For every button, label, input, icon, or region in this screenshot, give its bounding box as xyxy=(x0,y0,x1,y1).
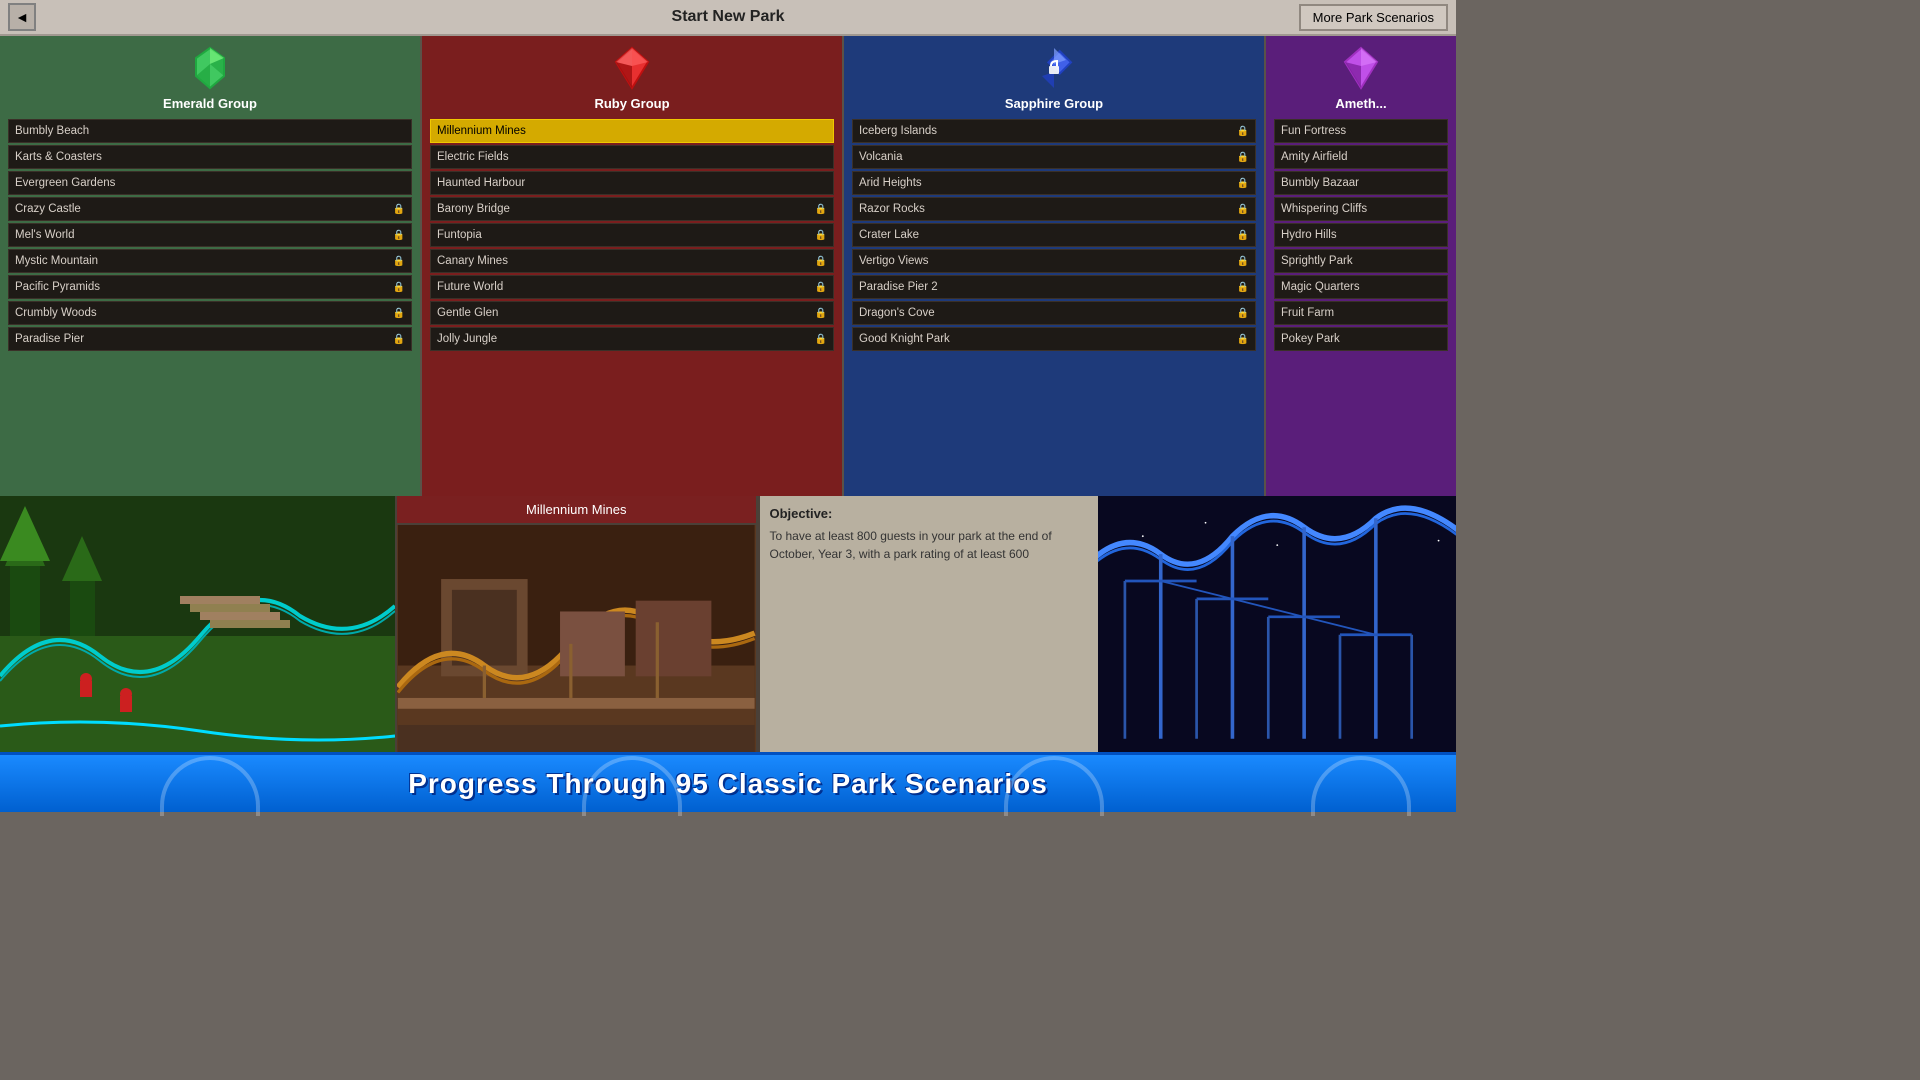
emerald-group-column: Emerald Group Bumbly Beach Karts & Coast… xyxy=(0,36,422,496)
objective-label: Objective: xyxy=(770,506,1088,521)
lock-icon: 🔒 xyxy=(1237,126,1249,137)
scenario-sprightly-park[interactable]: Sprightly Park xyxy=(1274,249,1448,273)
scenario-mels-world[interactable]: Mel's World🔒 xyxy=(8,223,412,247)
scenario-mystic-mountain[interactable]: Mystic Mountain🔒 xyxy=(8,249,412,273)
preview-area: Millennium Mines xyxy=(0,496,1456,752)
sapphire-group-column: Sapphire Group Iceberg Islands🔒 Volcania… xyxy=(844,36,1266,496)
lock-icon: 🔒 xyxy=(1237,204,1249,215)
scenario-bumbly-beach[interactable]: Bumbly Beach xyxy=(8,119,412,143)
emerald-scenario-list: Bumbly Beach Karts & Coasters Evergreen … xyxy=(8,119,412,351)
scenario-volcania[interactable]: Volcania🔒 xyxy=(852,145,1256,169)
scenario-amity-airfield[interactable]: Amity Airfield xyxy=(1274,145,1448,169)
scenario-karts-coasters[interactable]: Karts & Coasters xyxy=(8,145,412,169)
right-preview-screenshot xyxy=(1098,496,1457,752)
scenario-crumbly-woods[interactable]: Crumbly Woods🔒 xyxy=(8,301,412,325)
scenario-bumbly-bazaar[interactable]: Bumbly Bazaar xyxy=(1274,171,1448,195)
scenario-paradise-pier[interactable]: Paradise Pier🔒 xyxy=(8,327,412,351)
scenario-hydro-hills[interactable]: Hydro Hills xyxy=(1274,223,1448,247)
lock-icon: 🔒 xyxy=(1237,308,1249,319)
scenario-millennium-mines[interactable]: Millennium Mines xyxy=(430,119,834,143)
emerald-group-header: Emerald Group xyxy=(8,44,412,111)
page-title: Start New Park xyxy=(672,8,785,26)
center-preview: Millennium Mines xyxy=(395,496,758,752)
ruby-gem-icon xyxy=(608,44,656,92)
left-preview-screenshot xyxy=(0,496,395,752)
lock-icon: 🔒 xyxy=(1237,334,1249,345)
objective-text: To have at least 800 guests in your park… xyxy=(770,527,1088,563)
scenario-iceberg-islands[interactable]: Iceberg Islands🔒 xyxy=(852,119,1256,143)
amethyst-group-title-partial: Ameth... xyxy=(1335,96,1386,111)
scenario-pokey-park[interactable]: Pokey Park xyxy=(1274,327,1448,351)
lock-icon: 🔒 xyxy=(393,230,405,241)
right-preview-art xyxy=(1098,496,1457,752)
lock-icon: 🔒 xyxy=(393,334,405,345)
lock-icon: 🔒 xyxy=(815,230,827,241)
scenario-razor-rocks[interactable]: Razor Rocks🔒 xyxy=(852,197,1256,221)
sapphire-scenario-list: Iceberg Islands🔒 Volcania🔒 Arid Heights🔒… xyxy=(852,119,1256,351)
sapphire-group-header: Sapphire Group xyxy=(852,44,1256,111)
emerald-group-title: Emerald Group xyxy=(163,96,257,111)
lock-icon: 🔒 xyxy=(815,334,827,345)
scenario-paradise-pier-2[interactable]: Paradise Pier 2🔒 xyxy=(852,275,1256,299)
title-bar: ◄ Start New Park More Park Scenarios xyxy=(0,0,1456,36)
scenario-fruit-farm[interactable]: Fruit Farm xyxy=(1274,301,1448,325)
scenario-fun-fortress[interactable]: Fun Fortress xyxy=(1274,119,1448,143)
scenario-good-knight-park[interactable]: Good Knight Park🔒 xyxy=(852,327,1256,351)
scenario-jolly-jungle[interactable]: Jolly Jungle🔒 xyxy=(430,327,834,351)
back-button[interactable]: ◄ xyxy=(8,3,36,31)
lock-icon: 🔒 xyxy=(393,256,405,267)
lock-icon: 🔒 xyxy=(815,204,827,215)
lock-icon: 🔒 xyxy=(1237,282,1249,293)
lock-icon: 🔒 xyxy=(393,308,405,319)
scenario-canary-mines[interactable]: Canary Mines🔒 xyxy=(430,249,834,273)
scenario-whispering-cliffs[interactable]: Whispering Cliffs xyxy=(1274,197,1448,221)
lock-icon: 🔒 xyxy=(1237,152,1249,163)
lock-icon: 🔒 xyxy=(393,204,405,215)
left-preview-art xyxy=(0,496,395,752)
millennium-mines-art xyxy=(397,525,756,752)
amethyst-scenario-list: Fun Fortress Amity Airfield Bumbly Bazaa… xyxy=(1274,119,1448,351)
preview-scenario-image xyxy=(397,525,756,752)
lock-icon: 🔒 xyxy=(1237,230,1249,241)
emerald-gem-icon xyxy=(186,44,234,92)
scenario-area: Emerald Group Bumbly Beach Karts & Coast… xyxy=(0,36,1456,496)
scenario-haunted-harbour[interactable]: Haunted Harbour xyxy=(430,171,834,195)
lock-icon: 🔒 xyxy=(815,282,827,293)
scenario-dragons-cove[interactable]: Dragon's Cove🔒 xyxy=(852,301,1256,325)
scenario-pacific-pyramids[interactable]: Pacific Pyramids🔒 xyxy=(8,275,412,299)
scenario-gentle-glen[interactable]: Gentle Glen🔒 xyxy=(430,301,834,325)
scenario-barony-bridge[interactable]: Barony Bridge🔒 xyxy=(430,197,834,221)
lock-icon: 🔒 xyxy=(393,282,405,293)
sapphire-gem-icon xyxy=(1030,44,1078,92)
ruby-group-column: Ruby Group Millennium Mines Electric Fie… xyxy=(422,36,844,496)
scenario-arid-heights[interactable]: Arid Heights🔒 xyxy=(852,171,1256,195)
preview-scenario-name: Millennium Mines xyxy=(397,496,756,525)
ruby-group-title: Ruby Group xyxy=(594,96,669,111)
amethyst-gem-icon xyxy=(1337,44,1385,92)
scenario-evergreen-gardens[interactable]: Evergreen Gardens xyxy=(8,171,412,195)
lock-icon: 🔒 xyxy=(1237,178,1249,189)
ruby-scenario-list: Millennium Mines Electric Fields Haunted… xyxy=(430,119,834,351)
scenario-vertigo-views[interactable]: Vertigo Views🔒 xyxy=(852,249,1256,273)
scenario-crazy-castle[interactable]: Crazy Castle🔒 xyxy=(8,197,412,221)
amethyst-group-column: Ameth... Fun Fortress Amity Airfield Bum… xyxy=(1266,36,1456,496)
lock-icon: 🔒 xyxy=(815,256,827,267)
scenario-funtopia[interactable]: Funtopia🔒 xyxy=(430,223,834,247)
lock-icon: 🔒 xyxy=(1237,256,1249,267)
ruby-group-header: Ruby Group xyxy=(430,44,834,111)
more-scenarios-button[interactable]: More Park Scenarios xyxy=(1299,4,1448,31)
lock-icon: 🔒 xyxy=(815,308,827,319)
scenario-magic-quarters[interactable]: Magic Quarters xyxy=(1274,275,1448,299)
scenario-electric-fields[interactable]: Electric Fields xyxy=(430,145,834,169)
sapphire-group-title: Sapphire Group xyxy=(1005,96,1103,111)
scenario-future-world[interactable]: Future World🔒 xyxy=(430,275,834,299)
scenario-crater-lake[interactable]: Crater Lake🔒 xyxy=(852,223,1256,247)
objective-panel: Objective: To have at least 800 guests i… xyxy=(758,496,1098,752)
amethyst-group-header: Ameth... xyxy=(1274,44,1448,111)
bottom-banner-text: Progress Through 95 Classic Park Scenari… xyxy=(408,768,1048,800)
